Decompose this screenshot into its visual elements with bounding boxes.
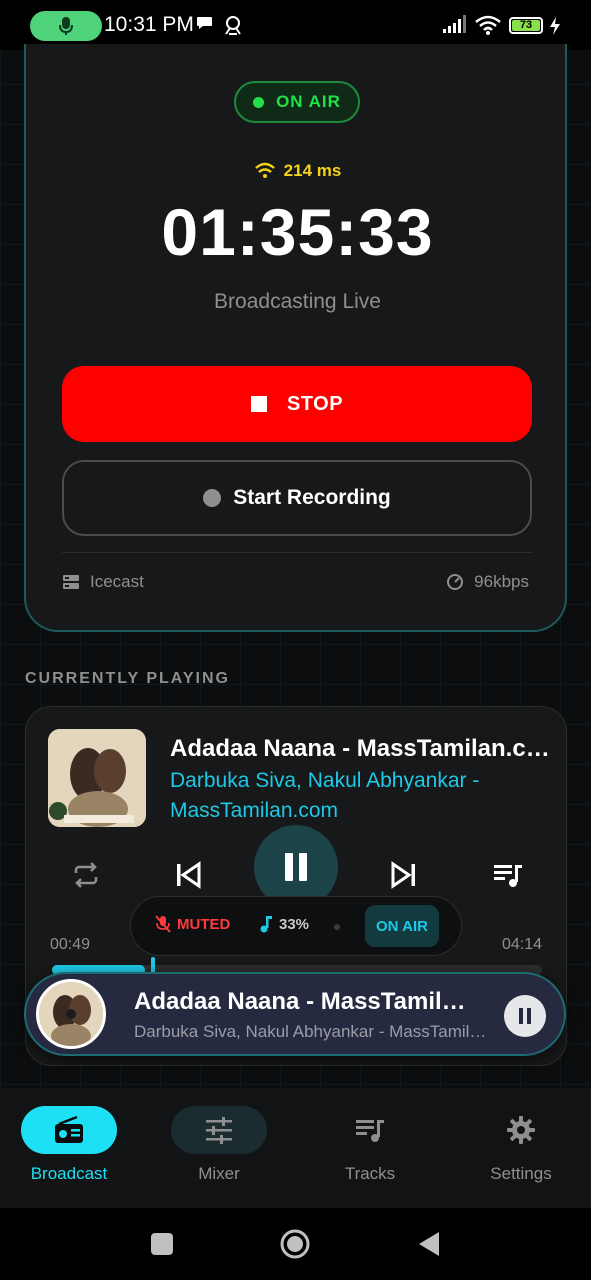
server-info: Icecast — [62, 572, 144, 592]
on-air-toggle[interactable]: ON AIR — [365, 905, 439, 947]
wifi-icon — [475, 15, 501, 35]
currently-playing-heading: CURRENTLY PLAYING — [25, 670, 230, 687]
status-time: 10:31 PM — [104, 13, 194, 36]
repeat-button[interactable] — [66, 855, 106, 895]
next-button[interactable] — [384, 855, 424, 895]
bitrate-value: 96kbps — [474, 572, 529, 591]
nav-label-settings: Settings — [490, 1164, 552, 1183]
album-art — [48, 729, 146, 827]
speedometer-icon — [447, 574, 464, 590]
skip-previous-icon — [177, 861, 201, 889]
bottom-navigation: Broadcast Mixer Tracks Settings — [0, 1088, 591, 1208]
nav-pill-tracks — [322, 1106, 418, 1154]
pause-icon — [519, 1008, 531, 1024]
nav-label-mixer: Mixer — [198, 1164, 240, 1183]
recents-icon[interactable] — [150, 1232, 174, 1256]
back-icon[interactable] — [416, 1230, 442, 1258]
record-label: Start Recording — [233, 486, 391, 509]
gear-icon — [507, 1116, 535, 1144]
nav-item-mixer[interactable]: Mixer — [145, 1106, 293, 1184]
stop-icon — [250, 396, 267, 412]
record-icon — [203, 489, 222, 507]
microphone-icon — [59, 17, 73, 35]
previous-button[interactable] — [168, 855, 208, 895]
system-navigation-bar — [0, 1208, 591, 1280]
broadcast-timer: 01:35:33 — [161, 195, 434, 269]
server-name: Icecast — [90, 572, 144, 591]
nav-pill-broadcast — [21, 1106, 117, 1154]
nav-item-broadcast[interactable]: Broadcast — [0, 1106, 143, 1184]
bitrate-info: 96kbps — [446, 572, 529, 592]
repeat-icon — [74, 862, 98, 888]
status-bar: 10:31 PM 73 — [0, 0, 591, 50]
queue-button[interactable] — [488, 855, 528, 895]
volume-value: 33% — [279, 915, 310, 933]
queue-music-icon — [356, 1120, 384, 1142]
on-air-label: ON AIR — [276, 92, 341, 111]
mini-album-art — [36, 979, 106, 1049]
broadcast-card: ON AIR 214 ms 01:35:33 Broadcasting Live… — [24, 44, 567, 632]
stop-broadcast-button[interactable]: STOP — [62, 366, 532, 442]
charging-icon — [550, 17, 560, 35]
track-artist: Darbuka Siva, Nakul Abhyankar - MassTami… — [170, 769, 480, 822]
track-title: Adadaa Naana - MassTamilan.com — [170, 735, 550, 762]
on-air-dot — [253, 96, 265, 108]
nav-pill-settings — [473, 1106, 569, 1154]
elapsed-time: 00:49 — [50, 936, 91, 953]
latency-value: 214 ms — [283, 161, 342, 180]
total-duration: 04:14 — [501, 936, 542, 953]
radio-icon — [55, 1115, 83, 1143]
server-icon — [63, 575, 79, 589]
broadcast-subtitle: Broadcasting Live — [214, 290, 381, 313]
mini-track-artist: Darbuka Siva, Nakul Abhyankar - MassTami… — [134, 1022, 489, 1041]
nav-pill-mixer — [171, 1106, 267, 1154]
signal-icon — [443, 15, 466, 33]
muted-label: MUTED — [177, 915, 231, 933]
nav-item-settings[interactable]: Settings — [447, 1106, 591, 1184]
nav-item-tracks[interactable]: Tracks — [296, 1106, 444, 1184]
mic-off-icon — [155, 915, 171, 933]
latency-indicator: 214 ms — [26, 161, 569, 181]
wifi-icon — [254, 162, 275, 178]
stop-label: STOP — [286, 392, 344, 415]
skip-next-icon — [391, 861, 415, 889]
card-divider — [62, 552, 532, 553]
on-air-status-pill: ON AIR — [234, 81, 360, 123]
audio-status-chip: MUTED 33% ON AIR — [130, 896, 462, 956]
mini-pause-button[interactable] — [504, 995, 546, 1037]
chat-notification-icon — [197, 17, 212, 29]
battery-indicator: 73 — [509, 17, 543, 34]
nav-label-tracks: Tracks — [344, 1164, 396, 1183]
nav-label-broadcast: Broadcast — [30, 1164, 108, 1183]
separator-dot — [334, 924, 340, 930]
mute-toggle[interactable]: MUTED — [155, 915, 230, 933]
home-icon[interactable] — [279, 1228, 311, 1260]
volume-indicator: 33% — [259, 915, 309, 933]
mic-active-indicator — [30, 11, 102, 41]
sliders-icon — [206, 1117, 232, 1144]
pause-icon — [285, 853, 307, 881]
queue-music-icon — [494, 865, 522, 887]
notification-icon — [225, 16, 241, 35]
battery-level: 73 — [512, 20, 540, 31]
start-recording-button[interactable]: Start Recording — [62, 460, 532, 536]
music-note-icon — [260, 916, 272, 933]
mini-track-title: Adadaa Naana - MassTamilan.com — [134, 988, 474, 1015]
mini-player[interactable]: Adadaa Naana - MassTamilan.com Darbuka S… — [24, 972, 566, 1056]
